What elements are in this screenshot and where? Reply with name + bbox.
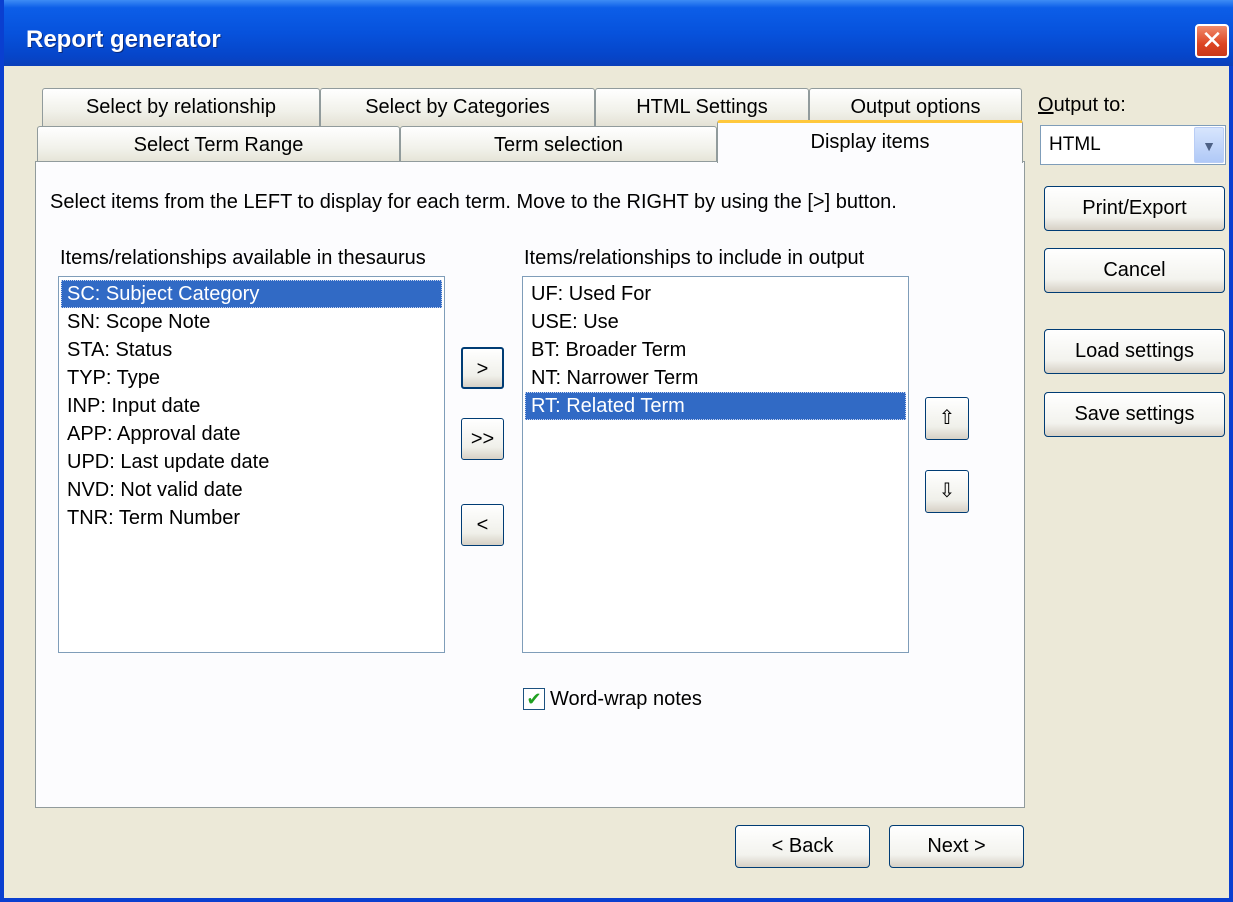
output-to-value: HTML xyxy=(1049,134,1101,155)
next-button[interactable]: Next > xyxy=(889,825,1024,868)
tab-select-by-relationship[interactable]: Select by relationship xyxy=(42,88,320,126)
list-item[interactable]: TNR: Term Number xyxy=(61,504,442,532)
list-item[interactable]: INP: Input date xyxy=(61,392,442,420)
output-to-label: Output to: xyxy=(1038,94,1126,116)
list-item[interactable]: NT: Narrower Term xyxy=(525,364,906,392)
output-to-select[interactable]: HTML ▼ xyxy=(1040,125,1226,165)
list-item[interactable]: SC: Subject Category xyxy=(61,280,442,308)
list-item[interactable]: NVD: Not valid date xyxy=(61,476,442,504)
add-item-label: > xyxy=(476,358,489,380)
included-items-label: Items/relationships to include in output xyxy=(524,247,865,269)
arrow-down-icon: ⇩ xyxy=(938,480,956,502)
add-all-items-button[interactable]: >> xyxy=(461,418,504,460)
arrow-up-icon: ⇧ xyxy=(938,407,956,429)
print-export-button[interactable]: Print/Export xyxy=(1044,186,1225,231)
list-item[interactable]: STA: Status xyxy=(61,336,442,364)
list-item[interactable]: UF: Used For xyxy=(525,280,906,308)
list-item[interactable]: SN: Scope Note xyxy=(61,308,442,336)
cancel-label: Cancel xyxy=(1103,259,1166,281)
list-item[interactable]: UPD: Last update date xyxy=(61,448,442,476)
move-down-button[interactable]: ⇩ xyxy=(925,470,969,513)
tab-label: Select by relationship xyxy=(85,96,277,118)
list-item[interactable]: TYP: Type xyxy=(61,364,442,392)
report-generator-window: Report generator ✕ Select by relationshi… xyxy=(0,0,1233,902)
add-item-button[interactable]: > xyxy=(461,347,504,389)
list-item[interactable]: RT: Related Term xyxy=(525,392,906,420)
instructions-text: Select items from the LEFT to display fo… xyxy=(50,191,897,213)
tab-label: HTML Settings xyxy=(636,96,768,118)
wordwrap-label[interactable]: Word-wrap notes xyxy=(550,688,702,711)
available-items-list[interactable]: SC: Subject Category SN: Scope Note STA:… xyxy=(58,276,445,653)
included-items-list[interactable]: UF: Used For USE: Use BT: Broader Term N… xyxy=(522,276,909,653)
tab-select-term-range[interactable]: Select Term Range xyxy=(37,126,400,163)
back-button[interactable]: < Back xyxy=(735,825,870,868)
close-icon: ✕ xyxy=(1201,25,1223,55)
list-item[interactable]: USE: Use xyxy=(525,308,906,336)
remove-item-button[interactable]: < xyxy=(461,504,504,546)
add-all-label: >> xyxy=(470,428,495,450)
wordwrap-checkbox[interactable]: ✔ xyxy=(523,688,545,710)
dropdown-arrow-icon[interactable]: ▼ xyxy=(1194,127,1224,163)
tab-label: Output options xyxy=(850,96,981,118)
save-settings-button[interactable]: Save settings xyxy=(1044,392,1225,437)
tab-display-items[interactable]: Display items xyxy=(717,120,1023,163)
load-settings-button[interactable]: Load settings xyxy=(1044,329,1225,374)
remove-item-label: < xyxy=(476,514,489,536)
back-label: < Back xyxy=(771,835,834,857)
print-export-label: Print/Export xyxy=(1082,197,1187,219)
load-settings-label: Load settings xyxy=(1075,340,1194,362)
tab-label: Select Term Range xyxy=(133,134,304,156)
tab-select-by-categories[interactable]: Select by Categories xyxy=(320,88,595,126)
move-up-button[interactable]: ⇧ xyxy=(925,397,969,440)
close-button[interactable]: ✕ xyxy=(1195,24,1229,58)
available-items-label: Items/relationships available in thesaur… xyxy=(60,247,426,269)
title-bar[interactable]: Report generator ✕ xyxy=(4,0,1233,66)
window-title: Report generator xyxy=(26,26,221,53)
list-item[interactable]: BT: Broader Term xyxy=(525,336,906,364)
next-label: Next > xyxy=(927,835,986,857)
checkmark-icon: ✔ xyxy=(526,689,542,709)
save-settings-label: Save settings xyxy=(1074,403,1195,425)
tab-term-selection[interactable]: Term selection xyxy=(400,126,717,163)
list-item[interactable]: APP: Approval date xyxy=(61,420,442,448)
cancel-button[interactable]: Cancel xyxy=(1044,248,1225,293)
tab-label: Display items xyxy=(810,131,930,153)
tab-label: Select by Categories xyxy=(365,96,550,118)
tab-label: Term selection xyxy=(494,134,623,156)
